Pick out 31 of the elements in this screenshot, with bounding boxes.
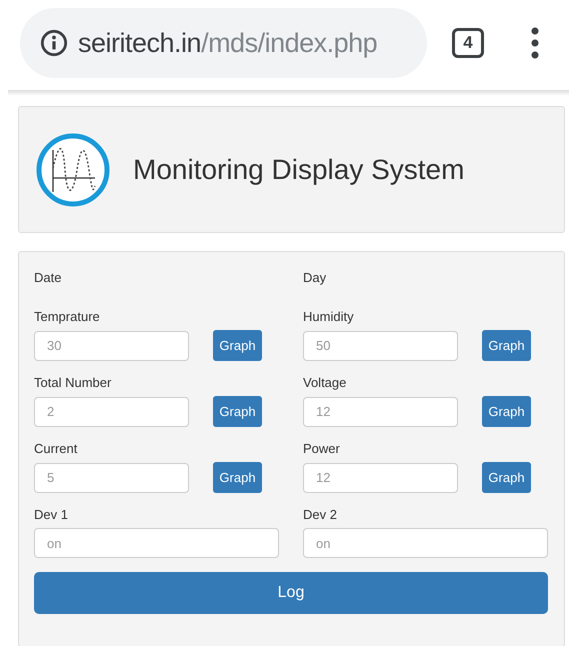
field-label: Dev 1 bbox=[34, 507, 68, 522]
graph-button[interactable]: Graph bbox=[482, 330, 531, 361]
field-label: Power bbox=[303, 441, 340, 456]
info-icon[interactable] bbox=[40, 29, 68, 57]
input-field[interactable]: on bbox=[34, 528, 279, 558]
graph-button[interactable]: Graph bbox=[482, 396, 531, 427]
input-field[interactable]: 2 bbox=[34, 396, 189, 426]
input-field[interactable]: 5 bbox=[34, 462, 189, 492]
field-label: Total Number bbox=[34, 375, 112, 390]
graph-button[interactable]: Graph bbox=[482, 462, 531, 493]
field-label: Humidity bbox=[303, 309, 354, 324]
graph-button[interactable]: Graph bbox=[213, 462, 262, 493]
url-text: seiritech.in/mds/index.php bbox=[78, 28, 378, 58]
field-label: Voltage bbox=[303, 375, 346, 390]
menu-icon[interactable] bbox=[531, 27, 539, 59]
input-field[interactable]: 12 bbox=[303, 396, 458, 426]
input-field[interactable]: 50 bbox=[303, 330, 458, 360]
field-label: Day bbox=[303, 270, 326, 285]
graph-button[interactable]: Graph bbox=[213, 396, 262, 427]
tab-count-button[interactable]: 4 bbox=[452, 28, 484, 58]
page-title: Monitoring Display System bbox=[133, 154, 464, 186]
input-field[interactable]: on bbox=[303, 528, 548, 558]
field-label: Current bbox=[34, 441, 78, 456]
input-field[interactable]: 30 bbox=[34, 330, 189, 360]
address-bar[interactable]: seiritech.in/mds/index.php bbox=[20, 8, 427, 78]
input-field[interactable]: 12 bbox=[303, 462, 458, 492]
log-button[interactable]: Log bbox=[34, 572, 548, 614]
graph-button[interactable]: Graph bbox=[213, 330, 262, 361]
field-label: Temprature bbox=[34, 309, 100, 324]
field-label: Date bbox=[34, 270, 62, 285]
field-label: Dev 2 bbox=[303, 507, 337, 522]
